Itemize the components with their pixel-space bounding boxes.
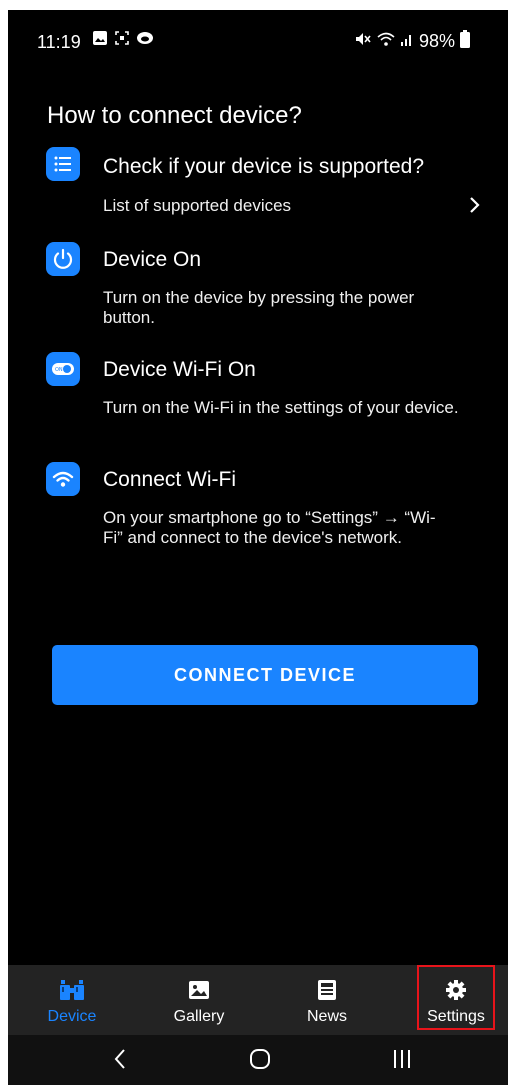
- chevron-right-icon[interactable]: [468, 196, 482, 219]
- phone-screen: 11:19 98% How to connect device? Check i…: [8, 10, 508, 1085]
- mute-icon: [354, 31, 372, 52]
- step-wifi-on-description: Turn on the Wi-Fi in the settings of you…: [103, 398, 459, 417]
- status-bar: 11:19 98%: [8, 10, 508, 60]
- step-device-on-description: Turn on the device by pressing the power…: [103, 288, 415, 327]
- page-title: How to connect device?: [47, 102, 302, 129]
- connect-device-button[interactable]: CONNECT DEVICE: [52, 645, 478, 705]
- nav-item-gallery[interactable]: Gallery: [149, 965, 249, 1035]
- supported-devices-label: List of supported devices: [103, 196, 292, 215]
- nav-item-news[interactable]: News: [277, 965, 377, 1035]
- newspaper-icon: [317, 978, 337, 1002]
- status-notification-icons: [92, 30, 154, 51]
- nav-label-device: Device: [47, 1008, 97, 1025]
- status-system-icons: 98%: [354, 30, 471, 53]
- step-wifi-on-title: Device Wi-Fi On: [103, 358, 256, 381]
- app-notification-icon: [136, 30, 154, 51]
- binoculars-icon: [59, 978, 85, 1002]
- battery-icon: [460, 30, 471, 53]
- step-connect-wifi-title: Connect Wi-Fi: [103, 468, 237, 491]
- back-icon[interactable]: [112, 1047, 128, 1076]
- supported-devices-link[interactable]: List of supported devices: [103, 196, 493, 224]
- nav-label-gallery: Gallery: [173, 1008, 225, 1025]
- status-time: 11:19: [37, 32, 81, 52]
- signal-icon: [400, 31, 414, 52]
- nav-item-device[interactable]: Device: [22, 965, 122, 1035]
- battery-percent: 98%: [419, 31, 456, 51]
- power-icon: [46, 242, 80, 276]
- image-icon: [188, 978, 210, 1002]
- gallery-notification-icon: [92, 30, 108, 51]
- step-supported-title: Check if your device is supported?: [103, 155, 424, 178]
- settings-highlight-box: [417, 965, 495, 1030]
- screenshot-notification-icon: [114, 30, 130, 51]
- nav-label-news: News: [306, 1008, 347, 1025]
- bottom-navigation: Device Gallery News Settings: [8, 965, 508, 1035]
- wifi-icon: [46, 462, 80, 496]
- step-connect-wifi-description: On your smartphone go to “Settings” → “W…: [103, 508, 436, 547]
- list-icon: [46, 147, 80, 181]
- system-navigation-bar: [8, 1035, 508, 1085]
- svg-text:ON: ON: [55, 367, 63, 373]
- home-icon[interactable]: [248, 1047, 272, 1076]
- step-device-on-title: Device On: [103, 248, 202, 271]
- recent-apps-icon[interactable]: [392, 1047, 412, 1076]
- wifi-status-icon: [377, 31, 395, 52]
- toggle-icon: ON: [46, 352, 80, 386]
